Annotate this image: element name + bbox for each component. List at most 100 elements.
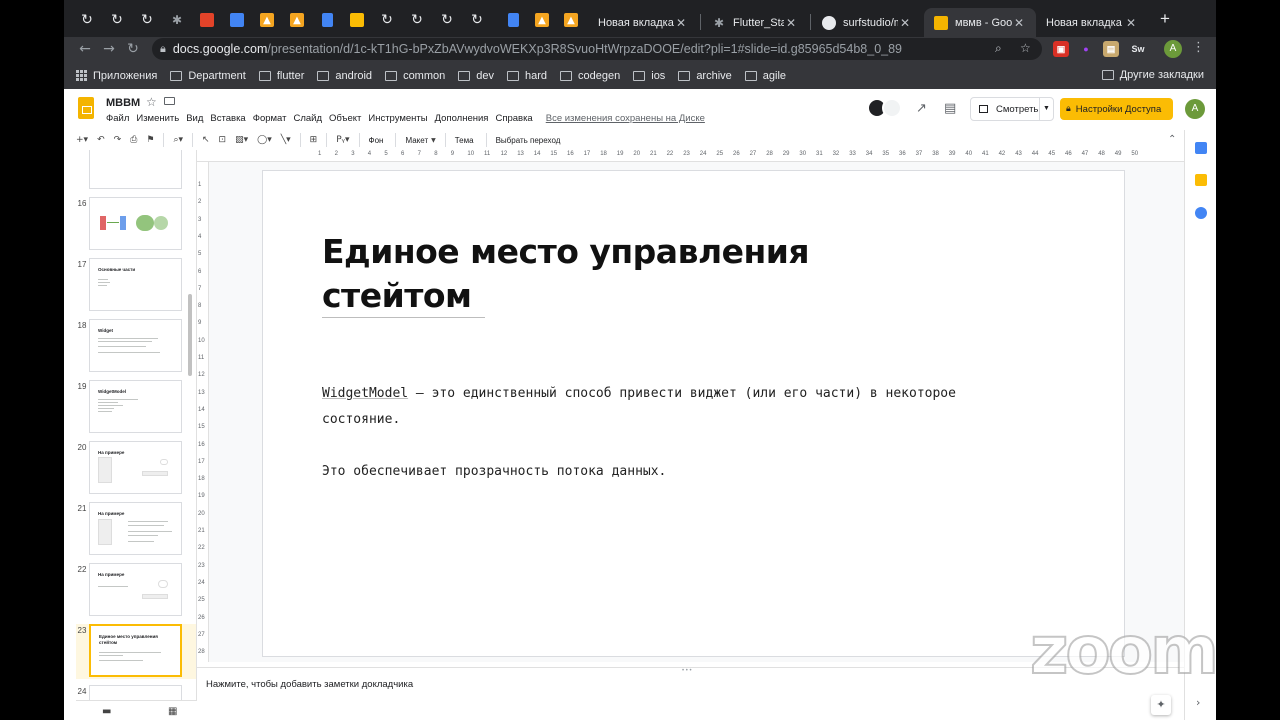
pinned-tab[interactable]: ▲ (284, 8, 310, 32)
filmstrip-slide[interactable]: 19 WidgetModel (76, 380, 196, 435)
redo-icon[interactable]: ↷ (114, 135, 122, 145)
menu-slide[interactable]: Слайд (293, 113, 322, 124)
back-arrow-icon[interactable]: ← (76, 40, 94, 58)
bookmark-folder[interactable]: flutter (258, 70, 304, 82)
chevron-down-icon[interactable]: ▼ (1039, 98, 1053, 120)
tab-slides-active[interactable]: мвмв - Goog ✕ (924, 8, 1036, 37)
comment-icon[interactable]: ▤ (944, 101, 956, 116)
close-icon[interactable]: ✕ (1012, 16, 1026, 30)
menu-edit[interactable]: Изменить (136, 113, 179, 124)
line-icon[interactable]: ╲▾ (281, 135, 291, 145)
more-vert-icon[interactable]: ⋮ (1192, 40, 1205, 55)
slides-logo-icon[interactable] (78, 97, 94, 119)
menu-object[interactable]: Объект (329, 113, 361, 124)
bookmark-folder[interactable]: common (385, 70, 445, 82)
pinned-tab[interactable]: ▲ (529, 8, 555, 32)
extension-icon[interactable]: ● (1078, 41, 1094, 57)
calendar-icon[interactable] (1195, 142, 1207, 154)
notes-resize-handle[interactable]: • • • (682, 668, 692, 674)
forward-arrow-icon[interactable]: → (100, 40, 118, 58)
pinned-tab[interactable]: ↻ (374, 8, 400, 32)
close-icon[interactable]: ✕ (898, 16, 912, 30)
pinned-tab[interactable]: ↻ (404, 8, 430, 32)
pinned-tab[interactable] (344, 8, 370, 32)
menu-insert[interactable]: Вставка (210, 113, 245, 124)
tab-flutter-standard[interactable]: ✱ Flutter_Stand ✕ (702, 8, 808, 37)
keep-icon[interactable] (1195, 174, 1207, 186)
document-title[interactable]: МВВМ (106, 97, 140, 109)
slide-title[interactable]: Единое место управления стейтом (322, 230, 922, 318)
image-icon[interactable]: ▨▾ (235, 135, 248, 145)
extension-sw-icon[interactable]: Sw (1128, 41, 1148, 57)
background-button[interactable]: Фон (369, 136, 384, 145)
pinned-tab[interactable] (194, 8, 220, 32)
menu-file[interactable]: Файл (106, 113, 129, 124)
move-folder-icon[interactable] (164, 97, 175, 105)
pinned-tab[interactable] (500, 8, 526, 32)
bookmark-folder[interactable]: hard (507, 70, 547, 82)
save-status[interactable]: Все изменения сохранены на Диске (546, 113, 705, 124)
pinned-tab[interactable]: ▲ (254, 8, 280, 32)
close-icon[interactable]: ✕ (674, 16, 688, 30)
pinned-tab[interactable]: ↻ (74, 8, 100, 32)
tab-surfstudio[interactable]: surfstudio/mv ✕ (812, 8, 922, 37)
filmstrip-view-icon[interactable]: ▬ (102, 706, 111, 717)
activity-trend-icon[interactable]: ↗ (916, 101, 927, 116)
pinned-tab[interactable] (224, 8, 250, 32)
pinned-tab[interactable]: ▲ (558, 8, 584, 32)
layout-button[interactable]: Макет (405, 136, 428, 145)
filmstrip-slide[interactable]: 18 Widget (76, 319, 196, 374)
bookmark-apps[interactable]: Приложения (76, 70, 157, 82)
grid-view-icon[interactable]: ▦ (168, 706, 177, 717)
zoom-icon[interactable]: ⌕▾ (173, 135, 183, 145)
filmstrip-slide[interactable]: 20 На примере (76, 441, 196, 496)
tab-new-tab-1[interactable]: Новая вкладка ✕ (588, 8, 698, 37)
star-icon[interactable]: ☆ (146, 95, 157, 109)
menu-tools[interactable]: Инструменты (368, 113, 427, 124)
bookmark-folder[interactable]: codegen (560, 70, 620, 82)
filmstrip-slide[interactable]: 17 Основные части (76, 258, 196, 313)
address-bar[interactable]: 🔒︎ docs.google.com/presentation/d/1c-kT1… (152, 38, 1042, 60)
menu-view[interactable]: Вид (186, 113, 203, 124)
menu-help[interactable]: Справка (495, 113, 532, 124)
search-icon[interactable]: ⌕ (995, 41, 1002, 56)
present-button[interactable]: Смотреть ▼ (970, 97, 1054, 121)
current-slide[interactable]: Единое место управления стейтом WidgetMo… (262, 170, 1125, 657)
slide-body[interactable]: WidgetModel — это единственный способ пр… (322, 381, 1042, 511)
tab-new-tab-2[interactable]: Новая вкладка ✕ (1036, 8, 1148, 37)
tasks-icon[interactable] (1195, 207, 1207, 219)
filmstrip-slide[interactable]: 16 (76, 197, 196, 252)
new-slide-icon[interactable]: +▾ (76, 135, 88, 145)
close-icon[interactable]: ✕ (784, 16, 798, 30)
pinned-tab[interactable]: ↻ (434, 8, 460, 32)
explore-icon[interactable]: ✦ (1151, 695, 1171, 715)
pinned-tab[interactable]: ↻ (104, 8, 130, 32)
input-tools-icon[interactable]: Рᵧ▾ (336, 135, 349, 145)
text-box-icon[interactable]: ⊡ (219, 135, 227, 145)
pinned-tab[interactable]: ↻ (134, 8, 160, 32)
collaborator-avatars[interactable] (867, 98, 905, 120)
menu-addons[interactable]: Дополнения (435, 113, 489, 124)
comment-add-icon[interactable]: ⊞ (310, 135, 318, 145)
pinned-tab[interactable]: ✱ (164, 8, 190, 32)
pinned-tab[interactable]: ↻ (464, 8, 490, 32)
filmstrip-slide[interactable] (76, 150, 196, 191)
other-bookmarks[interactable]: Другие закладки (1101, 69, 1204, 81)
chevron-up-icon[interactable]: ⌃ (1168, 134, 1176, 145)
extension-icon[interactable]: ▤ (1103, 41, 1119, 57)
theme-button[interactable]: Тема (455, 136, 474, 145)
pinned-tab[interactable] (314, 8, 340, 32)
vertical-ruler[interactable]: 1 2 3 4 5 6 7 8 9 10 11 12 13 14 15 16 17 18 19 20 21 22 23 24 2… (197, 162, 209, 662)
bookmark-folder[interactable]: android (317, 70, 372, 82)
close-icon[interactable]: ✕ (1124, 16, 1138, 30)
bookmark-folder[interactable]: ios (633, 70, 665, 82)
undo-icon[interactable]: ↶ (97, 135, 105, 145)
transition-button[interactable]: Выбрать переход (496, 136, 561, 145)
paint-format-icon[interactable]: ⚑ (146, 135, 154, 145)
filmstrip-slide[interactable]: 21 На примере (76, 502, 196, 557)
star-icon[interactable]: ☆ (1020, 41, 1031, 55)
bookmark-folder[interactable]: dev (458, 70, 494, 82)
new-tab-button[interactable]: + (1156, 10, 1174, 28)
shape-icon[interactable]: ◯▾ (257, 135, 272, 145)
bookmark-folder[interactable]: agile (744, 70, 786, 82)
